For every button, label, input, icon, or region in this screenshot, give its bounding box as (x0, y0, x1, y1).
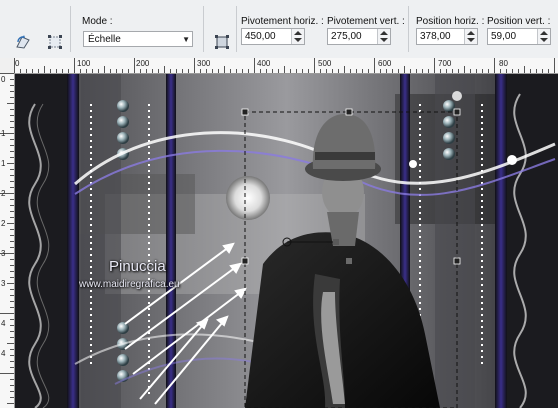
position-horiz-label: Position horiz. : (416, 16, 485, 27)
up-arrow-icon[interactable] (467, 31, 475, 35)
position-vert-stepper[interactable] (537, 29, 550, 44)
pivot-vert-spinbox[interactable]: 275,00 (327, 28, 391, 45)
free-transform-icon (48, 35, 62, 49)
position-vert-spinbox[interactable]: 59,00 (487, 28, 551, 45)
ruler-h-label: 500 (318, 59, 332, 68)
ruler-h-label: 300 (197, 59, 211, 68)
down-arrow-icon[interactable] (467, 38, 475, 42)
chevron-down-icon: ▼ (182, 35, 190, 44)
pivot-horiz-stepper[interactable] (291, 29, 304, 44)
ruler-v-label: 2 (1, 189, 6, 198)
ruler-h-label: 600 (378, 59, 392, 68)
ruler-h-label: 200 (136, 59, 150, 68)
ruler-h-label: 700 (438, 59, 452, 68)
position-vert-value: 59,00 (491, 31, 517, 42)
pivot-vert-label: Pivotement vert. : (327, 16, 405, 27)
horizontal-ruler[interactable]: 0 100 200 300 400 500 600 700 80 (14, 58, 558, 74)
toolbar-separator (236, 6, 237, 52)
toolbar-separator (70, 6, 71, 52)
position-horiz-stepper[interactable] (464, 29, 477, 44)
position-vert-label: Position vert. : (487, 16, 551, 27)
pivot-horiz-value: 450,00 (245, 31, 276, 42)
pivot-vert-value: 275,00 (331, 31, 362, 42)
ruler-v-label: 1 (1, 159, 6, 168)
toolbar-separator (203, 6, 204, 52)
down-arrow-icon[interactable] (380, 38, 388, 42)
ruler-v-label: 1 (1, 129, 6, 138)
reset-transform-button[interactable] (10, 29, 36, 55)
ruler-h-label: 0 (15, 59, 20, 68)
mode-dropdown-value: Échelle (88, 34, 121, 45)
up-arrow-icon[interactable] (294, 31, 302, 35)
vertical-ruler[interactable]: 0 1 1 2 2 3 3 4 4 (0, 73, 15, 408)
ruler-v-label: 3 (1, 279, 6, 288)
pivot-vert-stepper[interactable] (377, 29, 390, 44)
horizontal-ruler-ticks (14, 58, 555, 73)
image-canvas[interactable]: Pinuccia www.maidiregrafica.eu (15, 74, 558, 408)
down-arrow-icon[interactable] (540, 38, 548, 42)
free-transform-button[interactable] (42, 29, 68, 55)
mode-dropdown[interactable]: Échelle ▼ (83, 31, 193, 47)
reset-transform-icon (16, 35, 30, 49)
pick-tool-icon (215, 35, 229, 49)
up-arrow-icon[interactable] (540, 31, 548, 35)
ruler-v-label: 4 (1, 319, 6, 328)
pivot-horiz-spinbox[interactable]: 450,00 (241, 28, 305, 45)
ruler-h-label: 100 (77, 59, 91, 68)
ruler-corner (0, 58, 15, 74)
position-horiz-spinbox[interactable]: 378,00 (416, 28, 478, 45)
pick-tool-button[interactable] (209, 29, 235, 55)
watermark-site: www.maidiregrafica.eu (79, 279, 180, 290)
ruler-v-label: 3 (1, 249, 6, 258)
pivot-horiz-label: Pivotement horiz. : (241, 16, 324, 27)
mode-label: Mode : (82, 16, 113, 27)
down-arrow-icon[interactable] (294, 38, 302, 42)
tool-options-toolbar: Mode : Échelle ▼ Pivotement horiz. : 450… (0, 0, 558, 59)
ruler-v-label: 4 (1, 349, 6, 358)
ruler-h-label: 80 (499, 59, 508, 68)
up-arrow-icon[interactable] (380, 31, 388, 35)
toolbar-separator (408, 6, 409, 52)
watermark-name: Pinuccia (109, 258, 166, 275)
ruler-h-label: 400 (257, 59, 271, 68)
artwork-image (15, 74, 558, 408)
position-horiz-value: 378,00 (420, 31, 451, 42)
ruler-v-label: 2 (1, 219, 6, 228)
ruler-v-label: 0 (1, 75, 6, 84)
